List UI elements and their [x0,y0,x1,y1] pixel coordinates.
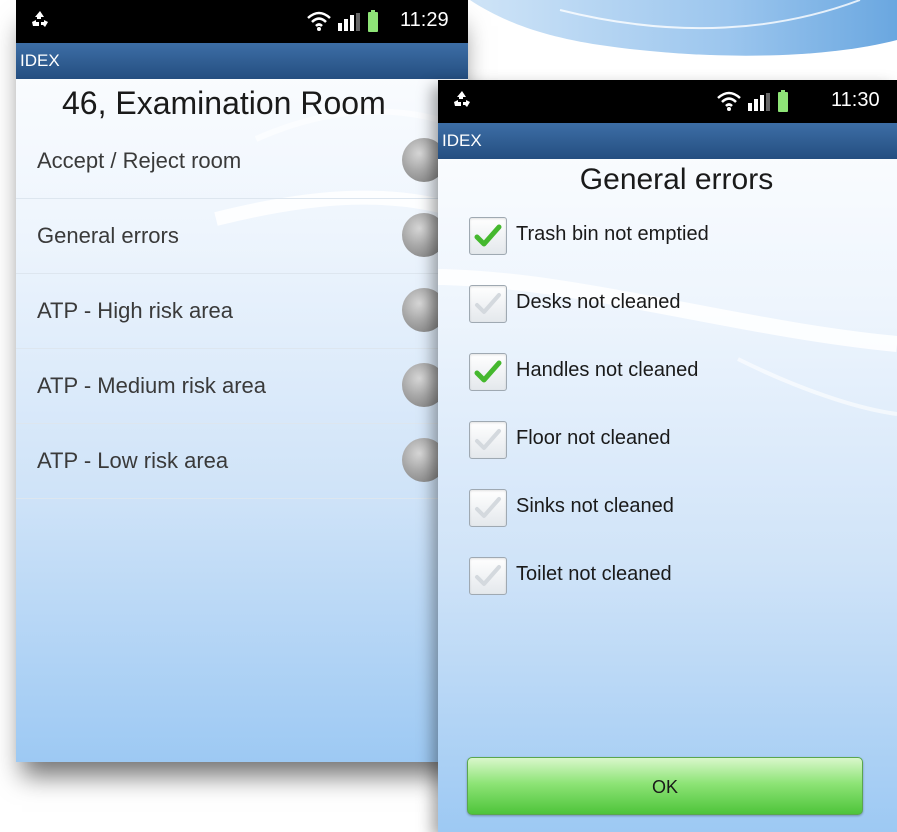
menu-item-atp-low[interactable]: ATP - Low risk area [16,424,468,499]
checkmark-icon [475,429,501,450]
signal-icon [338,13,360,31]
dialog-title: General errors [579,163,774,196]
ok-button[interactable]: OK [467,757,863,815]
error-checklist: Trash bin not emptied Desks not cleaned … [469,217,897,625]
recycle-icon [454,91,470,107]
room-content: 46, Examination Room Accept / Reject roo… [16,79,468,762]
checkbox-label: Floor not cleaned [516,427,671,449]
check-row-handles[interactable]: Handles not cleaned [469,353,897,421]
status-time: 11:30 [831,89,880,111]
menu-item-label: ATP - High risk area [37,298,234,323]
checkbox-label: Sinks not cleaned [516,495,674,517]
checkmark-icon [474,224,502,247]
checkbox-unchecked[interactable] [469,421,507,459]
check-row-desks[interactable]: Desks not cleaned [469,285,897,353]
signal-icon [748,93,770,111]
status-bar: 11:30 [438,80,897,123]
checkbox-checked[interactable] [469,353,507,391]
menu-item-label: ATP - Medium risk area [37,373,267,398]
app-title-bar: IDEX [438,123,897,159]
menu-item-general-errors[interactable]: General errors [16,199,468,274]
checkbox-unchecked[interactable] [469,285,507,323]
check-row-floor[interactable]: Floor not cleaned [469,421,897,489]
status-bar: 11:29 [16,0,468,43]
checkbox-label: Handles not cleaned [516,359,699,381]
checkbox-label: Toilet not cleaned [516,563,672,585]
wifi-icon [717,91,741,111]
menu-item-atp-high[interactable]: ATP - High risk area [16,274,468,349]
menu-item-label: ATP - Low risk area [37,448,229,473]
recycle-icon [32,11,48,27]
checkbox-unchecked[interactable] [469,557,507,595]
phone-screen-room: 11:29 IDEX 46, Examination Room Accept /… [16,0,468,762]
battery-icon [778,90,788,112]
menu-item-label: General errors [37,223,179,248]
wifi-icon [307,11,331,31]
checkbox-label: Trash bin not emptied [516,223,709,245]
checkbox-unchecked[interactable] [469,489,507,527]
status-time: 11:29 [400,9,449,31]
checkmark-icon [475,293,501,314]
app-title-bar: IDEX [16,43,468,79]
phone-screen-general-errors: 11:30 IDEX General errors Trash bin not … [438,80,897,832]
menu-item-atp-medium[interactable]: ATP - Medium risk area [16,349,468,424]
menu-item-accept-reject[interactable]: Accept / Reject room [16,124,468,199]
checkmark-icon [475,565,501,586]
page-title: 46, Examination Room [62,85,386,121]
room-menu: Accept / Reject room General errors ATP … [16,124,468,499]
checkmark-icon [474,360,502,383]
checkmark-icon [475,497,501,518]
checkbox-label: Desks not cleaned [516,291,681,313]
general-errors-content: General errors Trash bin not emptied Des… [438,159,897,832]
check-row-toilet[interactable]: Toilet not cleaned [469,557,897,625]
battery-icon [368,10,378,32]
check-row-trash-bin[interactable]: Trash bin not emptied [469,217,897,285]
checkbox-checked[interactable] [469,217,507,255]
menu-item-label: Accept / Reject room [37,148,242,173]
check-row-sinks[interactable]: Sinks not cleaned [469,489,897,557]
